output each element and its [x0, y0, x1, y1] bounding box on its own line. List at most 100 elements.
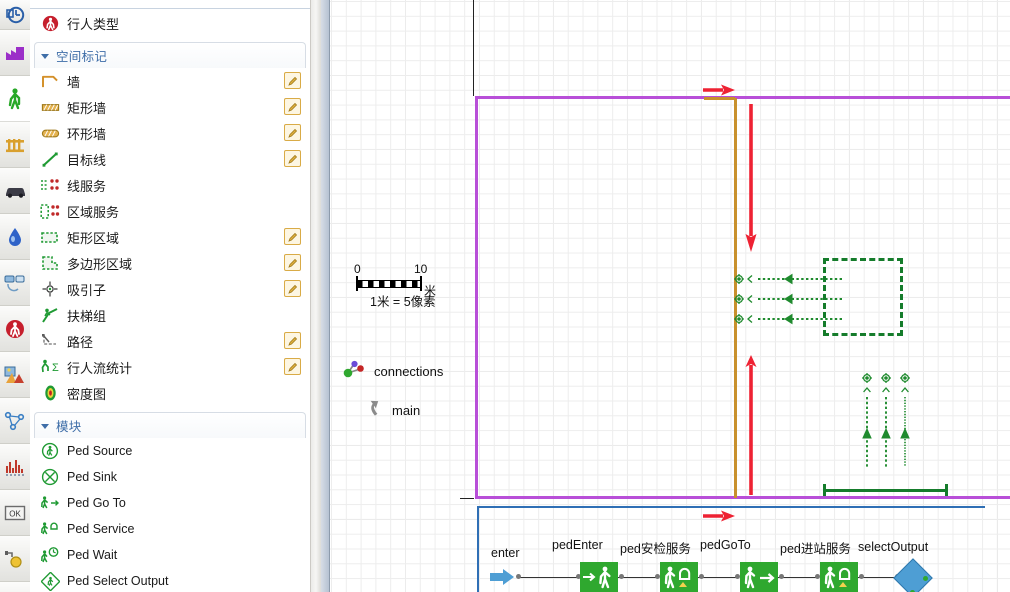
palette-item-ped-select-output[interactable]: Ped Select Output	[30, 568, 310, 592]
ped-go-to-icon	[38, 493, 62, 513]
connections-icon	[342, 358, 368, 385]
purple-wall-left[interactable]	[475, 96, 478, 499]
purple-wall-top[interactable]	[475, 96, 1010, 99]
road-traffic-icon[interactable]	[0, 168, 30, 214]
agent-icon[interactable]	[0, 536, 30, 582]
scale-equation-label: 1米 = 5像素	[370, 295, 436, 309]
scale-cap-right	[420, 276, 422, 291]
palette-item-ped-go-to[interactable]: Ped Go To	[30, 490, 310, 516]
blue-wall-vertical[interactable]	[477, 506, 479, 592]
palette-group-blocks[interactable]: 模块	[34, 412, 306, 438]
panel-splitter[interactable]	[321, 0, 330, 592]
target-line-icon	[38, 149, 62, 169]
edit-pencil-icon[interactable]	[284, 72, 301, 89]
edit-pencil-icon[interactable]	[284, 98, 301, 115]
port[interactable]	[699, 574, 704, 579]
palette-item-label: 矩形区域	[67, 230, 120, 246]
palette-item-polygonal-area[interactable]: 多边形区域	[30, 250, 310, 276]
palette-item-attractor[interactable]: 吸引子	[30, 276, 310, 302]
port[interactable]	[619, 574, 624, 579]
palette-item-label: 墙	[67, 74, 81, 90]
palette-item-ped-wait[interactable]: Ped Wait	[30, 542, 310, 568]
edit-pencil-icon[interactable]	[284, 228, 301, 245]
fluid-library-icon[interactable]	[0, 214, 30, 260]
page-boundary-line-lower	[460, 498, 474, 499]
edit-pencil-icon[interactable]	[284, 332, 301, 349]
pedestrian-red-icon[interactable]	[0, 306, 30, 352]
controls-ok-icon[interactable]: OK	[0, 490, 30, 536]
main-agent-icon	[366, 398, 386, 423]
connector-enter-pedenter[interactable]	[520, 577, 578, 579]
data-icon[interactable]	[0, 582, 30, 592]
palette-item-label: 扶梯组	[67, 308, 107, 324]
edit-pencil-icon[interactable]	[284, 150, 301, 167]
green-target-line-bottom[interactable]	[823, 489, 948, 492]
port[interactable]	[516, 574, 521, 579]
chevron-down-icon[interactable]	[41, 424, 49, 429]
port[interactable]	[779, 574, 784, 579]
palette-item-label: Ped Select Output	[67, 574, 169, 588]
presentation-icon[interactable]	[0, 352, 30, 398]
palette-item-ped-source[interactable]: Ped Source	[30, 438, 310, 464]
palette-item-escalator-group[interactable]: 扶梯组	[30, 302, 310, 328]
material-handling-icon[interactable]	[0, 260, 30, 306]
block-ped-go-to[interactable]	[740, 562, 778, 592]
block-ped-security-service[interactable]	[660, 562, 698, 592]
rectangular-area-dashed[interactable]	[823, 258, 903, 336]
port[interactable]	[859, 574, 864, 579]
block-ped-enter[interactable]	[580, 562, 618, 592]
palette-item-ped-sink[interactable]: Ped Sink	[30, 464, 310, 490]
palette-item-label: 目标线	[67, 152, 107, 168]
main-node[interactable]: main	[366, 398, 420, 423]
port[interactable]	[923, 576, 928, 581]
analysis-icon[interactable]	[0, 444, 30, 490]
svg-text:OK: OK	[9, 509, 21, 518]
palette-item-rectangular-area[interactable]: 矩形区域	[30, 224, 310, 250]
rectangular-area-icon	[38, 227, 62, 247]
block-select-output[interactable]	[893, 558, 933, 592]
pedestrian-library-icon[interactable]	[0, 76, 30, 122]
edit-pencil-icon[interactable]	[284, 280, 301, 297]
library-icon-rail[interactable]: OK	[0, 0, 30, 592]
process-modeling-icon[interactable]	[0, 0, 30, 30]
palette-item-circular-wall[interactable]: 环形墙	[30, 120, 310, 146]
edit-pencil-icon[interactable]	[284, 358, 301, 375]
chevron-down-icon[interactable]	[41, 54, 49, 59]
connections-node[interactable]: connections	[342, 358, 443, 385]
attractor-column-group[interactable]	[858, 370, 918, 475]
ped-wait-icon	[38, 545, 62, 565]
palette-item-target-line[interactable]: 目标线	[30, 146, 310, 172]
palette-group-space-markup[interactable]: 空间标记	[34, 42, 306, 68]
chart-factory-icon[interactable]	[0, 30, 30, 76]
green-target-line-cap-right	[945, 484, 948, 496]
edit-pencil-icon[interactable]	[284, 254, 301, 271]
palette-item-path[interactable]: 路径	[30, 328, 310, 354]
palette-item-line-service[interactable]: 线服务	[30, 172, 310, 198]
palette-item-ped-flow-statistics[interactable]: Σ 行人流统计	[30, 354, 310, 380]
connectivity-icon[interactable]	[0, 398, 30, 444]
block-ped-station-service[interactable]	[820, 562, 858, 592]
rectangular-wall-icon	[38, 97, 62, 117]
attractor-icon	[38, 279, 62, 299]
palette-item-label: 环形墙	[67, 126, 107, 142]
palette-item-density-map[interactable]: 密度图	[30, 380, 310, 406]
ped-security-label: ped安检服务	[620, 542, 691, 556]
rail-library-icon[interactable]	[0, 122, 30, 168]
palette-item-label: 区域服务	[67, 204, 120, 220]
palette-item-wall[interactable]: 墙	[30, 68, 310, 94]
palette-item-label: 线服务	[67, 178, 107, 194]
edit-pencil-icon[interactable]	[284, 124, 301, 141]
palette-item-ped-service[interactable]: Ped Service	[30, 516, 310, 542]
palette-panel[interactable]: 行人类型 空间标记 墙 矩形墙 环形墙 目标线 线服务 区域服务 矩形区域 多边…	[30, 0, 310, 592]
area-service-icon	[38, 201, 62, 221]
palette-item-pedestrian-type[interactable]: 行人类型	[30, 10, 310, 36]
enter-arrow-icon[interactable]	[490, 568, 516, 591]
model-canvas[interactable]: 0 10 米 1米 = 5像素 connections main enter p…	[330, 0, 1010, 592]
palette-item-area-service[interactable]: 区域服务	[30, 198, 310, 224]
palette-item-rectangular-wall[interactable]: 矩形墙	[30, 94, 310, 120]
ped-select-output-icon	[38, 571, 62, 591]
palette-group-label: 模块	[56, 420, 82, 434]
scale-max-label: 10	[414, 262, 428, 276]
connections-label: connections	[374, 364, 444, 379]
palette-item-label: 吸引子	[67, 282, 107, 298]
